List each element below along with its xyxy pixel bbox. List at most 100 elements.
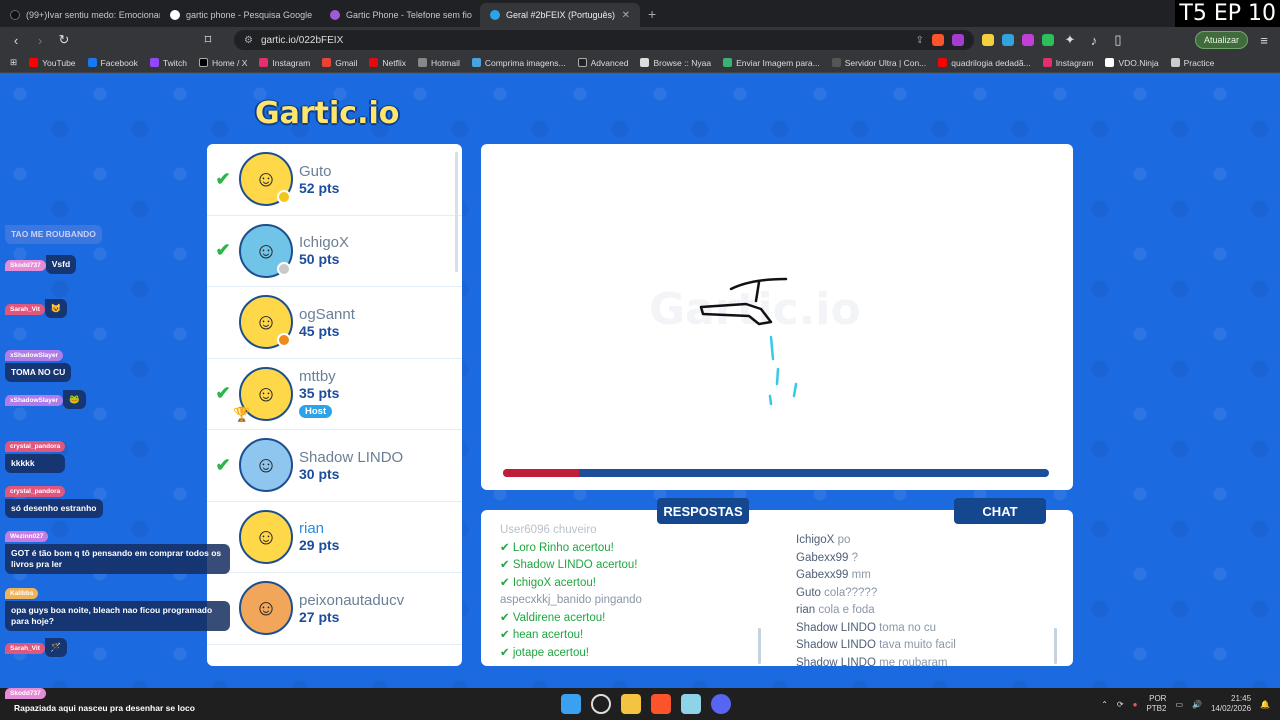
extension-icon-1[interactable] [982, 34, 994, 46]
extension-icon-3[interactable] [1022, 34, 1034, 46]
menu-icon[interactable]: ≡ [1256, 33, 1272, 48]
brave-rewards-icon[interactable] [952, 34, 964, 46]
player-row: ✔ ☺ Shadow LINDO 30 pts [207, 430, 462, 502]
answer-line: ✔ IchigoX acertou! [500, 576, 596, 589]
player-points: 29 pts [299, 537, 340, 554]
site-info-icon[interactable]: ⚙ [244, 35, 253, 46]
gmail-icon [322, 58, 332, 67]
search-icon[interactable] [591, 694, 611, 714]
answers-tab[interactable]: RESPOSTAS [657, 498, 749, 524]
bookmark-instagram-2[interactable]: Instagram [1042, 58, 1093, 68]
chevron-up-icon[interactable]: ⌃ [1101, 700, 1108, 709]
volume-icon[interactable]: 🔊 [1192, 700, 1202, 709]
player-list-scrollbar[interactable] [455, 152, 458, 272]
bookmark-advanced[interactable]: Advanced [577, 58, 628, 68]
brave-icon[interactable] [651, 694, 671, 714]
forward-icon[interactable]: › [32, 33, 48, 48]
sync-icon[interactable]: ⟳ [1117, 700, 1124, 709]
bookmark-compress[interactable]: Comprima imagens... [471, 58, 566, 68]
bookmark-vdo-ninja[interactable]: VDO.Ninja [1105, 58, 1159, 68]
address-bar: ‹ › ↻ ⌑ ⚙ gartic.io/022bFEIX ⇪ ✦ ♪ ▯ Atu… [0, 27, 1280, 53]
notifications-icon[interactable]: 🔔 [1260, 700, 1270, 709]
player-name: IchigoX [299, 234, 350, 252]
back-icon[interactable]: ‹ [8, 33, 24, 48]
stream-msg: Wezinn027 GOT é tão bom q tô pensando em … [5, 525, 230, 574]
file-explorer-icon[interactable] [621, 694, 641, 714]
share-icon[interactable]: ⇪ [916, 35, 924, 46]
new-tab-icon[interactable]: + [640, 3, 664, 27]
answer-line: ✔ jotape acertou! [500, 646, 589, 659]
avatar: ☺ [239, 438, 293, 493]
stream-msg: xShadowSlayer TOMA NO CU [5, 344, 72, 382]
bookmark-practice[interactable]: Practice [1170, 58, 1214, 68]
gartic-logo[interactable]: Gartic.io [255, 96, 399, 131]
update-button[interactable]: Atualizar [1194, 31, 1248, 49]
nyaa-icon [640, 58, 650, 67]
bookmark-x[interactable]: Home / X [198, 58, 247, 68]
stream-msg: xShadowSlayer 🐸 [5, 389, 86, 409]
trophy-icon: 🏆 [233, 406, 251, 422]
extension-icon-4[interactable] [1042, 34, 1054, 46]
browser-tab-3[interactable]: Gartic Phone - Telefone sem fio [320, 3, 480, 27]
app-icon[interactable] [681, 694, 701, 714]
apps-icon[interactable]: ⊞ [10, 57, 17, 68]
browser-tab-1[interactable]: (99+)Ivar sentiu medo: Emocionante [0, 3, 160, 27]
x-icon [198, 58, 208, 67]
input-language[interactable]: POR PTB2 [1146, 694, 1166, 714]
bookmark-quadrilogia[interactable]: quadrilogia dedadã... [938, 58, 1031, 68]
stream-msg: Sarah_Vit 🪄 [5, 637, 68, 657]
bookmark-servidor[interactable]: Servidor Ultra | Con... [831, 58, 926, 68]
server-icon [831, 58, 841, 67]
guessed-check-icon: ✔ [215, 240, 231, 261]
avatar: ☺ [239, 295, 293, 350]
round-progress-fill [503, 469, 580, 477]
brave-shields-icon[interactable] [932, 34, 944, 46]
extension-icon-2[interactable] [1002, 34, 1014, 46]
clock[interactable]: 21:45 14/02/2026 [1211, 694, 1251, 714]
bookmark-twitch[interactable]: Twitch [149, 58, 187, 68]
avatar: ☺ [239, 509, 293, 564]
puzzle-icon[interactable]: ✦ [1062, 32, 1078, 48]
player-row: ☺ rian 29 pts [207, 502, 462, 573]
bookmark-instagram[interactable]: Instagram [259, 58, 310, 68]
answers-scrollbar[interactable] [758, 628, 761, 664]
chat-tab[interactable]: CHAT [954, 498, 1046, 524]
close-tab-icon[interactable]: ✕ [622, 10, 630, 21]
drawing-canvas[interactable]: Gartic.io [481, 144, 1073, 490]
drawing [699, 277, 798, 406]
url-field[interactable]: ⚙ gartic.io/022bFEIX ⇪ [234, 30, 974, 50]
chat-list: IchigoX po Gabexx99 ? Gabexx99 mm Guto c… [796, 532, 1056, 666]
guessed-check-icon: ✔ [215, 383, 231, 404]
globe-icon [418, 58, 428, 67]
answer-line: ✔ Shadow LINDO acertou! [500, 559, 638, 571]
youtube-icon [29, 58, 39, 67]
bookmark-facebook[interactable]: Facebook [87, 58, 138, 68]
bookmark-icon[interactable]: ⌑ [200, 32, 216, 48]
reload-icon[interactable]: ↻ [56, 32, 72, 48]
instagram-icon [1042, 58, 1052, 67]
gartic-page: Gartic.io ✔ ☺ Guto 52 pts ✔ ☺ IchigoX 50 p… [0, 74, 1280, 688]
browser-tab-active[interactable]: Geral #2bFEIX (Português) - Gartic✕ [480, 3, 640, 27]
chat-scrollbar[interactable] [1054, 628, 1057, 664]
discord-icon[interactable] [711, 694, 731, 714]
bookmark-hotmail[interactable]: Hotmail [418, 58, 460, 68]
bookmark-gmail[interactable]: Gmail [322, 58, 357, 68]
google-icon [170, 10, 180, 20]
bookmark-youtube[interactable]: YouTube [29, 58, 76, 68]
browser-tab-2[interactable]: gartic phone - Pesquisa Google [160, 3, 320, 27]
music-icon[interactable]: ♪ [1086, 33, 1102, 48]
bookmarks-bar: ⊞ YouTube Facebook Twitch Home / X Insta… [0, 53, 1280, 73]
bookmark-netflix[interactable]: Netflix [369, 58, 406, 68]
mic-icon[interactable]: ● [1133, 700, 1138, 709]
gartic-phone-icon [330, 10, 340, 20]
player-points: 30 pts [299, 465, 340, 482]
gartic-icon [490, 10, 500, 20]
player-points: 50 pts [299, 251, 340, 268]
document-icon [1170, 58, 1180, 67]
network-icon[interactable]: ▭ [1175, 700, 1183, 709]
start-icon[interactable] [561, 694, 581, 714]
sidebar-icon[interactable]: ▯ [1110, 32, 1126, 48]
chat-line: Shadow LINDO toma no cu [796, 621, 937, 634]
bookmark-enviar-imagem[interactable]: Enviar Imagem para... [723, 58, 820, 68]
bookmark-nyaa[interactable]: Browse :: Nyaa [640, 58, 711, 68]
